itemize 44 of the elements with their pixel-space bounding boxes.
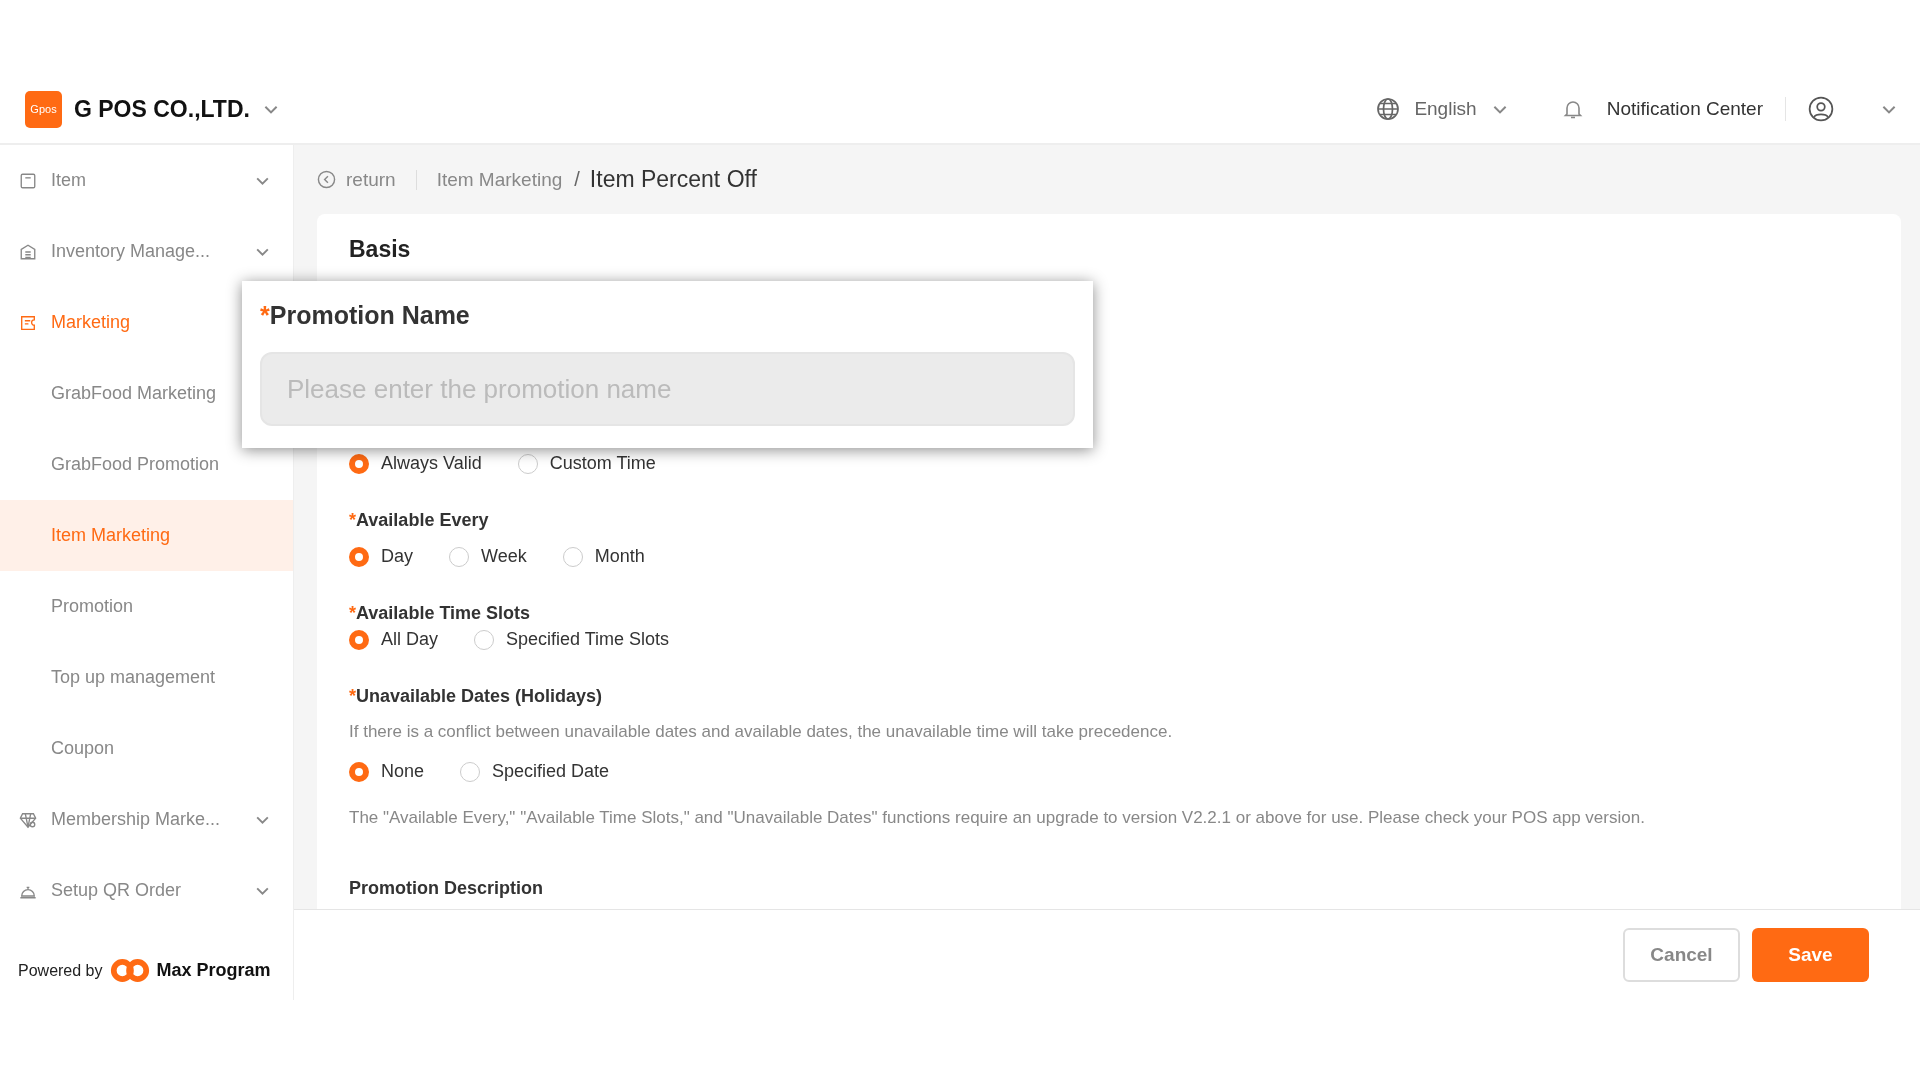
sidebar-submenu-item[interactable]: Coupon xyxy=(0,713,293,784)
version-note: The "Available Every," "Available Time Slots," and "Unavailable Dates" functions require an upgrade to version V2.2.1 or above for use. Please check your POS app version. xyxy=(349,808,1646,828)
box-icon xyxy=(19,171,37,190)
brand-name: Max Program xyxy=(156,960,271,981)
user-icon[interactable] xyxy=(1808,96,1834,122)
breadcrumb-link[interactable]: Item Marketing xyxy=(436,168,563,191)
field-label: *Available Time Slots xyxy=(349,603,532,624)
sidebar-submenu-item[interactable]: Item Marketing xyxy=(0,500,293,571)
notification-center-link[interactable]: Notification Center xyxy=(1606,98,1763,120)
powered-by-text: Powered by xyxy=(18,961,103,980)
cancel-button[interactable]: Cancel xyxy=(1623,928,1740,982)
radio-option[interactable]: Day xyxy=(349,546,413,567)
radio-option[interactable]: Specified Date xyxy=(460,761,610,782)
page-title: Item Percent Off xyxy=(589,166,757,193)
globe-icon[interactable] xyxy=(1376,97,1401,121)
field-label: *Unavailable Dates (Holidays) xyxy=(349,686,604,707)
field-label: *Promotion Name xyxy=(260,301,471,330)
section-title: Basis xyxy=(349,236,412,263)
sidebar-submenu-item[interactable]: GrabFood Promotion xyxy=(0,429,293,500)
save-button[interactable]: Save xyxy=(1752,928,1869,982)
field-label: *Available Every xyxy=(349,510,490,531)
building-icon xyxy=(19,242,37,261)
sidebar-menu-item[interactable]: Item xyxy=(0,145,293,216)
field-label: Promotion Description xyxy=(349,878,544,899)
brand-logo-icon xyxy=(108,957,151,984)
sidebar-menu-item[interactable]: Inventory Manage... xyxy=(0,216,293,287)
return-link[interactable]: return xyxy=(317,168,396,191)
radio-option[interactable]: All Day xyxy=(349,629,438,650)
sidebar-submenu-item[interactable]: Top up management xyxy=(0,642,293,713)
field-hint: If there is a conflict between unavailable dates and available dates, the unavailable time will take precedence. xyxy=(349,722,1174,742)
radio-option[interactable]: Specified Time Slots xyxy=(474,629,670,650)
language-selector[interactable]: English xyxy=(1414,98,1477,120)
company-logo: Gpos xyxy=(25,90,62,128)
radio-option[interactable]: Week xyxy=(449,546,527,567)
sidebar-menu-item[interactable]: Setup QR Order xyxy=(0,855,293,926)
radio-option[interactable]: Custom Time xyxy=(517,453,656,474)
breadcrumb-separator: / xyxy=(574,168,580,191)
radio-option[interactable]: None xyxy=(349,761,425,782)
sidebar-menu-item[interactable]: Membership Marke... xyxy=(0,784,293,855)
gem-icon xyxy=(19,810,37,829)
company-name[interactable]: G POS CO.,LTD. xyxy=(74,95,250,123)
radio-option[interactable]: Month xyxy=(562,546,645,567)
sidebar-submenu-item[interactable]: Promotion xyxy=(0,571,293,642)
ticket-icon xyxy=(19,313,37,332)
